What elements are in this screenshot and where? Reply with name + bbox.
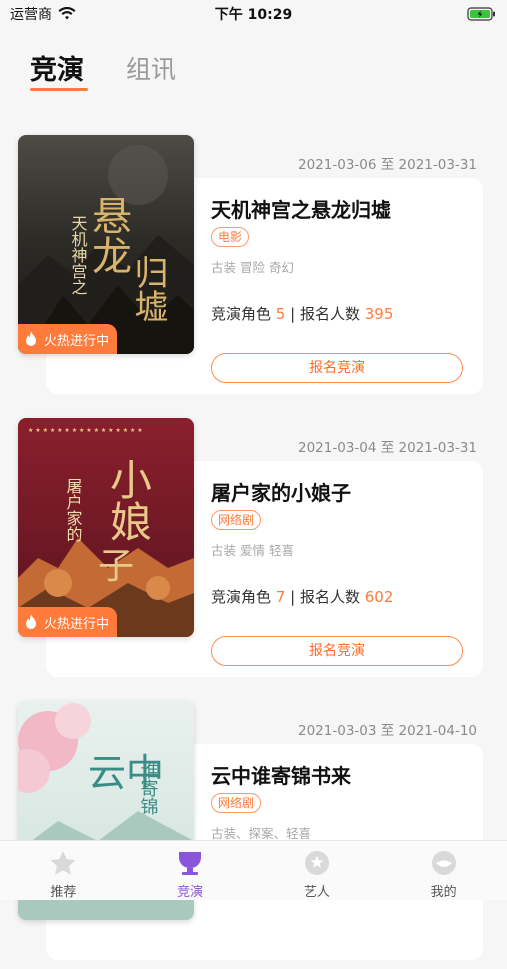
tabbar-label: 竞演	[177, 885, 204, 900]
status-time: 下午 10:29	[214, 7, 293, 23]
genre-badge: 网络剧	[211, 510, 262, 530]
genre-badge: 网络剧	[211, 793, 262, 813]
tabbar-label: 艺人	[303, 885, 330, 900]
svg-text:谁寄锦: 谁寄锦	[138, 761, 159, 815]
list-item: 2021-03-06 至 2021-03-31 悬龙 归墟 天机神宫之 火热进行…	[0, 120, 507, 403]
hot-badge: 火热进行中	[18, 324, 118, 354]
signup-count: 395	[364, 305, 394, 323]
card-tags: 古装 爱情 轻喜	[211, 543, 294, 558]
fire-icon	[26, 331, 36, 346]
card-title[interactable]: 屠户家的小娘子	[211, 477, 351, 506]
profile-icon	[431, 851, 456, 875]
svg-text:屠户家的: 屠户家的	[64, 478, 83, 543]
card-title[interactable]: 云中谁寄锦书来	[211, 760, 351, 789]
status-left: 运营商	[10, 4, 76, 24]
hot-badge-label: 火热进行中	[44, 333, 110, 349]
tab-casting-news[interactable]: 组讯	[126, 50, 176, 86]
tabbar-item-artist[interactable]: 艺人	[254, 841, 381, 900]
tabbar-item-recommend[interactable]: 推荐	[0, 841, 127, 900]
stats-divider: |	[290, 305, 296, 323]
artist-icon	[304, 851, 329, 875]
date-range: 2021-03-06 至 2021-03-31	[298, 157, 477, 173]
svg-text:归墟: 归墟	[128, 255, 168, 323]
roles-count: 5	[275, 305, 286, 323]
svg-text:子: 子	[98, 546, 134, 587]
svg-text:小娘: 小娘	[104, 458, 153, 542]
stats-divider: |	[290, 588, 296, 606]
signup-count-label: 报名人数	[299, 305, 360, 323]
roles-count: 7	[275, 588, 286, 606]
svg-text:天机神宫之: 天机神宫之	[69, 215, 88, 295]
date-range: 2021-03-03 至 2021-04-10	[298, 723, 477, 739]
tabbar-item-competition[interactable]: 竞演	[127, 841, 254, 900]
date-range: 2021-03-04 至 2021-03-31	[298, 440, 477, 456]
battery-icon	[467, 7, 495, 21]
poster-image[interactable]: 悬龙 归墟 天机神宫之 火热进行中	[18, 135, 194, 354]
signup-button[interactable]: 报名竞演	[211, 636, 463, 666]
fire-icon	[26, 614, 36, 629]
tabs-header: 竞演 组讯	[0, 40, 507, 96]
hot-badge-label: 火热进行中	[44, 616, 110, 632]
tabbar-label: 我的	[430, 885, 457, 900]
tab-underline	[30, 88, 88, 91]
roles-label: 竞演角色	[211, 305, 272, 323]
tab-competition[interactable]: 竞演	[30, 48, 84, 87]
list-item: 2021-03-04 至 2021-03-31 ★ ★ ★ ★ ★ ★ ★ ★ …	[0, 403, 507, 686]
card-tags: 古装 冒险 奇幻	[211, 260, 294, 275]
card-stats: 竞演角色 7 | 报名人数 602	[211, 586, 393, 607]
list-item: 2021-03-03 至 2021-04-10 云中 谁寄锦 云中谁寄锦书来 网…	[0, 686, 507, 969]
hot-badge: 火热进行中	[18, 607, 118, 637]
trophy-icon	[179, 852, 202, 875]
card-stats: 竞演角色 5 | 报名人数 395	[211, 303, 393, 324]
status-bar: 运营商 下午 10:29	[0, 0, 507, 28]
star-icon	[50, 851, 76, 875]
signup-count-label: 报名人数	[299, 588, 360, 606]
card-title[interactable]: 天机神宫之悬龙归墟	[211, 194, 391, 223]
svg-text:★ ★ ★ ★ ★ ★ ★ ★ ★ ★ ★ ★ ★ ★ ★: ★ ★ ★ ★ ★ ★ ★ ★ ★ ★ ★ ★ ★ ★ ★ ★	[28, 427, 143, 434]
roles-label: 竞演角色	[211, 588, 272, 606]
signup-count: 602	[364, 588, 394, 606]
bottom-tab-bar: 推荐 竞演 艺人 我的	[0, 840, 507, 900]
svg-text:悬龙: 悬龙	[85, 195, 131, 275]
tabbar-item-profile[interactable]: 我的	[380, 841, 507, 900]
tabbar-label: 推荐	[50, 885, 77, 900]
wifi-icon	[58, 7, 76, 20]
carrier-label: 运营商	[10, 7, 52, 23]
signup-button[interactable]: 报名竞演	[211, 353, 463, 383]
genre-badge: 电影	[211, 227, 250, 247]
poster-image[interactable]: ★ ★ ★ ★ ★ ★ ★ ★ ★ ★ ★ ★ ★ ★ ★ ★ 小娘 子 屠户家…	[18, 418, 194, 637]
